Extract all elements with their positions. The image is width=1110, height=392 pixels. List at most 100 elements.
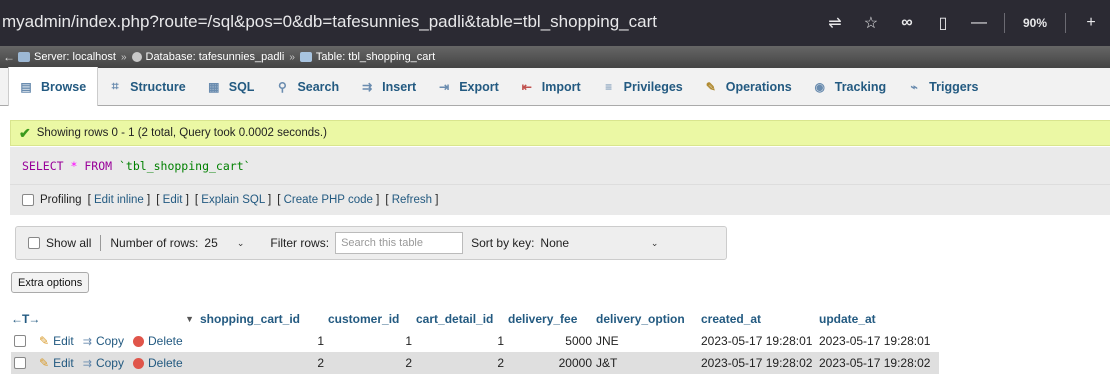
- row-checkbox[interactable]: [14, 335, 26, 347]
- extra-options-button[interactable]: Extra options: [11, 272, 90, 293]
- cell-delivery-option[interactable]: JNE: [596, 334, 701, 348]
- edit-row-button[interactable]: ✎ Edit: [39, 334, 74, 348]
- copy-label: Copy: [95, 334, 124, 348]
- translate-icon[interactable]: ⇌: [824, 12, 846, 34]
- sort-by-key-select[interactable]: None ⌄: [540, 236, 658, 250]
- url-field[interactable]: myadmin/index.php?route=/sql&pos=0&db=ta…: [2, 12, 657, 32]
- filter-rows-input[interactable]: Search this table: [335, 232, 464, 254]
- breadcrumb-database-label: Database: tafesunnies_padli: [145, 51, 285, 63]
- explain-sql-link[interactable]: Explain SQL: [201, 194, 265, 206]
- tab-label: Export: [459, 79, 499, 94]
- table-row: ✎ Edit ⇉ Copy Delete 2 2 2 20000 J&T 2023-…: [11, 352, 939, 374]
- cell-update-at[interactable]: 2023-05-17 19:28:01: [819, 334, 939, 348]
- star-icon[interactable]: ☆: [860, 12, 882, 34]
- breadcrumb-database[interactable]: Database: tafesunnies_padli: [131, 51, 285, 63]
- bracket: ]: [435, 194, 439, 206]
- show-all-control[interactable]: Show all: [28, 236, 91, 250]
- tab-export[interactable]: ⇥ Export: [427, 68, 510, 106]
- delete-row-button[interactable]: Delete: [132, 334, 183, 348]
- cell-delivery-fee[interactable]: 5000: [508, 334, 596, 348]
- table-row: ✎ Edit ⇉ Copy Delete 1 1 1 5000 JNE 2023-0…: [11, 330, 939, 352]
- tab-label: SQL: [228, 79, 255, 94]
- zoom-in-button[interactable]: +: [1080, 12, 1102, 34]
- rows-per-page-select[interactable]: 25 ⌄: [204, 236, 244, 250]
- bracket: ]: [376, 194, 380, 206]
- expand-columns-toggle[interactable]: ←T→: [11, 312, 40, 326]
- server-icon: [18, 52, 30, 62]
- cell-created-at[interactable]: 2023-05-17 19:28:02: [701, 356, 819, 370]
- create-php-code-link[interactable]: Create PHP code: [284, 194, 373, 206]
- edit-label: Edit: [53, 356, 74, 370]
- breadcrumb-separator: »: [289, 51, 295, 63]
- zoom-out-button[interactable]: —: [968, 12, 990, 34]
- tab-operations[interactable]: ✎ Operations: [694, 68, 803, 106]
- bracket: [: [385, 194, 389, 206]
- sql-keyword-select: SELECT: [22, 158, 64, 173]
- edit-label: Edit: [53, 334, 74, 348]
- tab-label: Search: [297, 79, 340, 94]
- column-header-delivery-fee[interactable]: delivery_fee: [508, 312, 596, 326]
- infinity-icon[interactable]: ∞: [896, 12, 918, 34]
- nav-divider: [100, 235, 102, 251]
- cell-delivery-fee[interactable]: 20000: [508, 356, 596, 370]
- breadcrumb-server[interactable]: Server: localhost: [18, 51, 116, 63]
- back-arrow-icon[interactable]: ←: [0, 50, 18, 64]
- tracking-icon: ◉: [814, 79, 825, 94]
- triggers-icon: ⌁: [910, 79, 918, 94]
- delete-icon: [132, 335, 144, 347]
- cell-shopping-cart-id[interactable]: 2: [200, 356, 328, 370]
- cell-customer-id[interactable]: 1: [328, 334, 416, 348]
- edit-inline-link[interactable]: Edit inline: [94, 194, 144, 206]
- sql-query-box[interactable]: SELECT * FROM `tbl_shopping_cart`: [10, 147, 1110, 185]
- profiling-checkbox[interactable]: [22, 194, 34, 206]
- column-header-cart-detail-id[interactable]: cart_detail_id: [416, 312, 508, 326]
- cell-cart-detail-id[interactable]: 2: [416, 356, 508, 370]
- tab-label: Privileges: [623, 79, 683, 94]
- rows-label: Number of rows:: [110, 236, 199, 250]
- tab-import[interactable]: ⇤ Import: [510, 68, 592, 106]
- browse-icon: ▤: [20, 79, 32, 94]
- success-message: ✔ Showing rows 0 - 1 (2 total, Query too…: [10, 120, 1110, 146]
- bracket: [: [277, 194, 281, 206]
- tab-tracking[interactable]: ◉ Tracking: [803, 68, 897, 106]
- row-checkbox[interactable]: [14, 357, 26, 369]
- tab-insert[interactable]: ⇉ Insert: [350, 68, 427, 106]
- tab-search[interactable]: ⚲ Search: [265, 68, 350, 106]
- breadcrumb-table[interactable]: Table: tbl_shopping_cart: [299, 51, 435, 63]
- copy-row-button[interactable]: ⇉ Copy: [83, 356, 124, 370]
- column-header-delivery-option[interactable]: delivery_option: [596, 312, 701, 326]
- column-header-shopping-cart-id[interactable]: shopping_cart_id: [200, 312, 328, 326]
- refresh-link[interactable]: Refresh: [392, 194, 432, 206]
- tab-structure[interactable]: ⌗ Structure: [98, 68, 197, 106]
- tab-privileges[interactable]: ≡ Privileges: [592, 68, 694, 106]
- navigation-block: Show all Number of rows: 25 ⌄ Filter row…: [15, 226, 727, 260]
- zoom-level[interactable]: 90%: [1019, 16, 1051, 30]
- edit-row-button[interactable]: ✎ Edit: [39, 356, 74, 370]
- edit-link[interactable]: Edit: [163, 194, 183, 206]
- show-all-checkbox[interactable]: [28, 237, 40, 249]
- row-actions: ✎ Edit ⇉ Copy Delete: [11, 356, 200, 370]
- tab-sql[interactable]: ▦ SQL: [197, 68, 266, 106]
- column-header-created-at[interactable]: created_at: [701, 312, 819, 326]
- toolbar-divider: [1003, 13, 1005, 33]
- tab-triggers[interactable]: ⌁ Triggers: [897, 68, 989, 106]
- cell-customer-id[interactable]: 2: [328, 356, 416, 370]
- copy-icon: ⇉: [82, 335, 92, 348]
- tab-browse[interactable]: ▤ Browse: [8, 67, 99, 106]
- cell-shopping-cart-id[interactable]: 1: [200, 334, 328, 348]
- delete-row-button[interactable]: Delete: [132, 356, 183, 370]
- cell-created-at[interactable]: 2023-05-17 19:28:01: [701, 334, 819, 348]
- insert-icon: ⇉: [362, 79, 373, 94]
- tab-label: Structure: [130, 79, 186, 94]
- bracket: [: [87, 194, 91, 206]
- reader-icon[interactable]: ▯: [932, 12, 954, 34]
- pencil-icon: ✎: [39, 356, 50, 370]
- column-header-update-at[interactable]: update_at: [819, 312, 939, 326]
- sort-indicator-icon[interactable]: ▼: [185, 314, 194, 324]
- cell-delivery-option[interactable]: J&T: [596, 356, 701, 370]
- copy-row-button[interactable]: ⇉ Copy: [83, 334, 124, 348]
- tab-label: Browse: [41, 79, 87, 94]
- column-header-customer-id[interactable]: customer_id: [328, 312, 416, 326]
- cell-cart-detail-id[interactable]: 1: [416, 334, 508, 348]
- cell-update-at[interactable]: 2023-05-17 19:28:02: [819, 356, 939, 370]
